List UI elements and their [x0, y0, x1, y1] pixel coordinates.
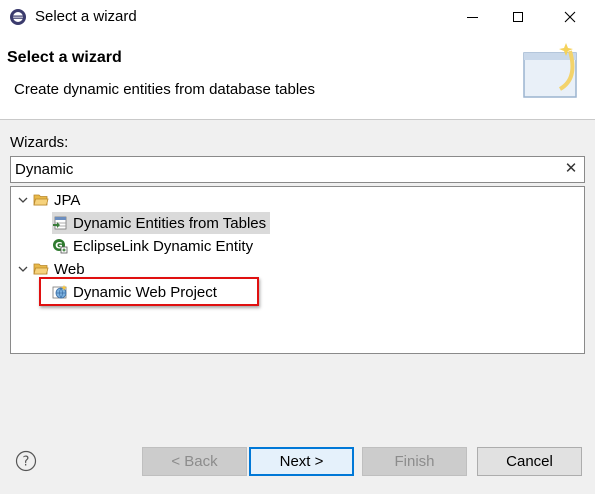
banner-description: Create dynamic entities from database ta…: [14, 81, 315, 98]
wizard-filter-input[interactable]: [11, 157, 555, 182]
maximize-button[interactable]: [495, 0, 541, 34]
minimize-icon: [466, 16, 478, 18]
close-button[interactable]: [545, 0, 595, 34]
window-title: Select a wizard: [35, 8, 137, 25]
tree-item-dynamic-entities-from-tables[interactable]: Dynamic Entities from Tables: [52, 212, 271, 234]
tree-item-jpa[interactable]: JPA: [17, 189, 80, 211]
cancel-button[interactable]: Cancel: [477, 447, 582, 476]
wizard-tree: JPA Dynamic Entities from Tables G Eclip…: [10, 186, 585, 354]
maximize-icon: [513, 12, 523, 22]
tree-item-label: EclipseLink Dynamic Entity: [73, 237, 254, 255]
minimize-button[interactable]: [449, 0, 495, 34]
filter-field: ✕: [10, 156, 585, 183]
entities-from-tables-icon: [53, 216, 67, 230]
help-icon[interactable]: ?: [15, 450, 37, 472]
folder-open-icon: [33, 194, 49, 206]
highlight-annotation: [39, 277, 259, 306]
next-button[interactable]: Next >: [249, 447, 354, 476]
tree-item-label: JPA: [54, 191, 81, 209]
chevron-down-icon[interactable]: [17, 263, 29, 275]
folder-open-icon: [33, 263, 49, 275]
tree-item-eclipselink-dynamic-entity[interactable]: G EclipseLink Dynamic Entity: [52, 235, 253, 257]
help-glyph: ?: [23, 455, 30, 470]
wizard-banner: Select a wizard Create dynamic entities …: [0, 34, 595, 120]
back-button[interactable]: < Back: [142, 447, 247, 476]
banner-title: Select a wizard: [7, 49, 122, 66]
finish-button[interactable]: Finish: [362, 447, 467, 476]
wizard-banner-icon: [523, 43, 577, 98]
tree-item-label: Dynamic Entities from Tables: [73, 214, 267, 232]
eclipselink-entity-icon: G: [53, 239, 68, 254]
clear-filter-icon[interactable]: ✕: [562, 160, 580, 178]
eclipse-app-icon: [10, 9, 26, 25]
title-bar: Select a wizard: [0, 0, 595, 34]
close-icon: [564, 11, 576, 23]
tree-item-label: Web: [54, 260, 85, 278]
wizards-label: Wizards:: [10, 134, 69, 151]
chevron-down-icon[interactable]: [17, 194, 29, 206]
